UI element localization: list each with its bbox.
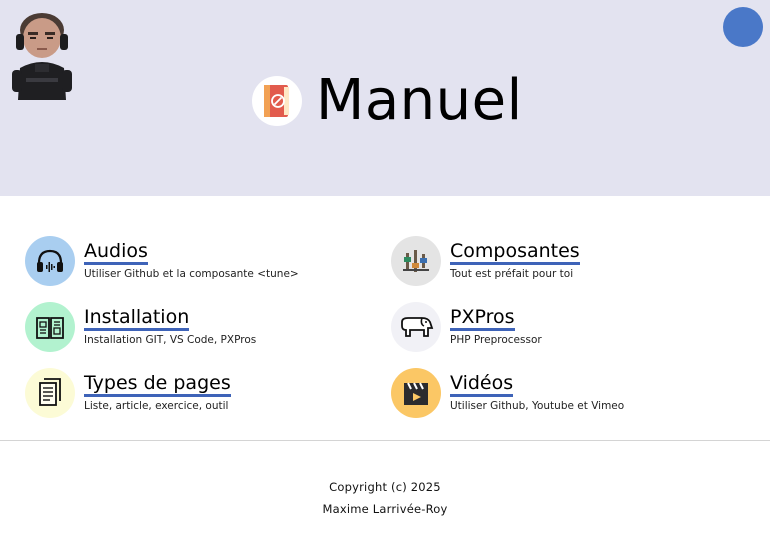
page-title-group: Manuel: [252, 70, 523, 132]
user-menu-button[interactable]: [723, 7, 763, 47]
section-card-videos[interactable]: Vidéos Utiliser Github, Youtube et Vimeo: [391, 368, 624, 418]
footer-author: Maxime Larrivée-Roy: [322, 502, 448, 516]
section-link-composantes[interactable]: Composantes: [450, 240, 580, 265]
section-link-videos[interactable]: Vidéos: [450, 372, 514, 397]
section-description: Liste, article, exercice, outil: [84, 400, 229, 412]
logo-circle: [252, 76, 302, 126]
section-card-composantes[interactable]: Composantes Tout est préfait pour toi: [391, 236, 580, 286]
headphones-icon: [37, 249, 63, 272]
avatar[interactable]: [8, 8, 76, 102]
page-title: Manuel: [316, 68, 523, 133]
section-link-installation[interactable]: Installation: [84, 306, 190, 331]
section-description: Utiliser Github, Youtube et Vimeo: [450, 400, 625, 412]
section-icon-circle: [25, 302, 75, 352]
section-link-pxpros[interactable]: PXPros: [450, 306, 515, 331]
section-icon-circle: [391, 302, 441, 352]
section-icon-circle: [391, 236, 441, 286]
elephant-icon: [401, 317, 434, 337]
section-description: PHP Preprocessor: [450, 334, 542, 346]
section-link-audios[interactable]: Audios: [84, 240, 148, 265]
manual-sections-grid: Audios Utiliser Github et la composante …: [0, 196, 770, 440]
documents-icon: [39, 378, 61, 406]
section-icon-circle: [391, 368, 441, 418]
book-logo-icon: [264, 85, 289, 117]
section-link-types-de-pages[interactable]: Types de pages: [84, 372, 231, 397]
section-card-audios[interactable]: Audios Utiliser Github et la composante …: [25, 236, 299, 286]
section-icon-circle: [25, 368, 75, 418]
section-card-pxpros[interactable]: PXPros PHP Preprocessor: [391, 302, 542, 352]
clapperboard-icon: [404, 382, 428, 405]
manual-book-icon: [36, 317, 64, 339]
circuit-icon: [403, 250, 429, 272]
section-card-installation[interactable]: Installation Installation GIT, VS Code, …: [25, 302, 256, 352]
section-description: Utiliser Github et la composante <tune>: [84, 268, 299, 280]
footer-divider: [0, 440, 770, 441]
header-banner: Manuel: [0, 0, 770, 196]
section-card-types-de-pages[interactable]: Types de pages Liste, article, exercice,…: [25, 368, 231, 418]
section-description: Tout est préfait pour toi: [450, 268, 574, 280]
section-icon-circle: [25, 236, 75, 286]
section-description: Installation GIT, VS Code, PXPros: [84, 334, 257, 346]
avatar-illustration-icon: [12, 13, 72, 100]
footer-copyright: Copyright (c) 2025: [329, 480, 441, 494]
